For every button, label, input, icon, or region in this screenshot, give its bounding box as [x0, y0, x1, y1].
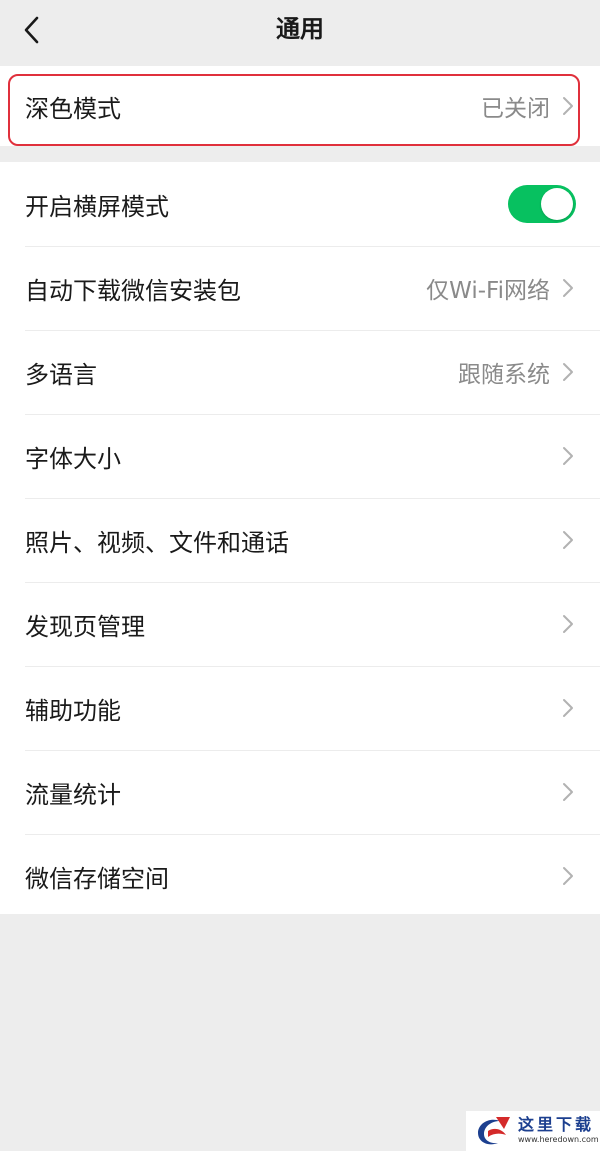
landscape-mode-row: 开启横屏模式 — [0, 162, 600, 246]
language-label: 多语言 — [25, 360, 97, 389]
chevron-right-icon — [562, 361, 576, 383]
traffic-stats-row[interactable]: 流量统计 — [0, 750, 600, 834]
font-size-label: 字体大小 — [25, 444, 121, 473]
dark-mode-row[interactable]: 深色模式 已关闭 — [0, 66, 600, 146]
traffic-stats-label: 流量统计 — [25, 780, 121, 809]
auto-download-value: 仅Wi-Fi网络 — [426, 278, 550, 304]
dark-mode-value: 已关闭 — [481, 96, 550, 122]
chevron-right-icon — [562, 781, 576, 803]
media-row[interactable]: 照片、视频、文件和通话 — [0, 498, 600, 582]
settings-group-display: 深色模式 已关闭 — [0, 66, 600, 146]
watermark: 这里下载 www.heredown.com — [466, 1111, 600, 1151]
language-row[interactable]: 多语言 跟随系统 — [0, 330, 600, 414]
watermark-name: 这里下载 — [518, 1115, 595, 1134]
toggle-knob — [541, 188, 573, 220]
page-title: 通用 — [276, 15, 324, 43]
chevron-right-icon — [562, 697, 576, 719]
chevron-right-icon — [562, 95, 576, 117]
landscape-mode-toggle[interactable] — [508, 185, 576, 223]
storage-row[interactable]: 微信存储空间 — [0, 834, 600, 918]
auto-download-label: 自动下载微信安装包 — [25, 276, 241, 305]
heredown-logo-icon — [478, 1117, 510, 1145]
discover-management-label: 发现页管理 — [25, 612, 145, 641]
font-size-row[interactable]: 字体大小 — [0, 414, 600, 498]
watermark-url: www.heredown.com — [518, 1135, 599, 1144]
chevron-right-icon — [562, 613, 576, 635]
discover-management-row[interactable]: 发现页管理 — [0, 582, 600, 666]
chevron-right-icon — [562, 445, 576, 467]
chevron-right-icon — [562, 865, 576, 887]
accessibility-label: 辅助功能 — [25, 696, 121, 725]
chevron-right-icon — [562, 529, 576, 551]
navigation-bar: 通用 — [0, 0, 600, 60]
watermark-text: 这里下载 www.heredown.com — [518, 1116, 599, 1146]
language-value: 跟随系统 — [458, 362, 550, 388]
accessibility-row[interactable]: 辅助功能 — [0, 666, 600, 750]
dark-mode-label: 深色模式 — [25, 94, 121, 123]
storage-label: 微信存储空间 — [25, 864, 169, 893]
auto-download-row[interactable]: 自动下载微信安装包 仅Wi-Fi网络 — [0, 246, 600, 330]
landscape-mode-label: 开启横屏模式 — [25, 192, 169, 221]
settings-group-general: 开启横屏模式 自动下载微信安装包 仅Wi-Fi网络 多语言 跟随系统 字体大小 … — [0, 162, 600, 914]
chevron-right-icon — [562, 277, 576, 299]
media-label: 照片、视频、文件和通话 — [25, 528, 289, 557]
